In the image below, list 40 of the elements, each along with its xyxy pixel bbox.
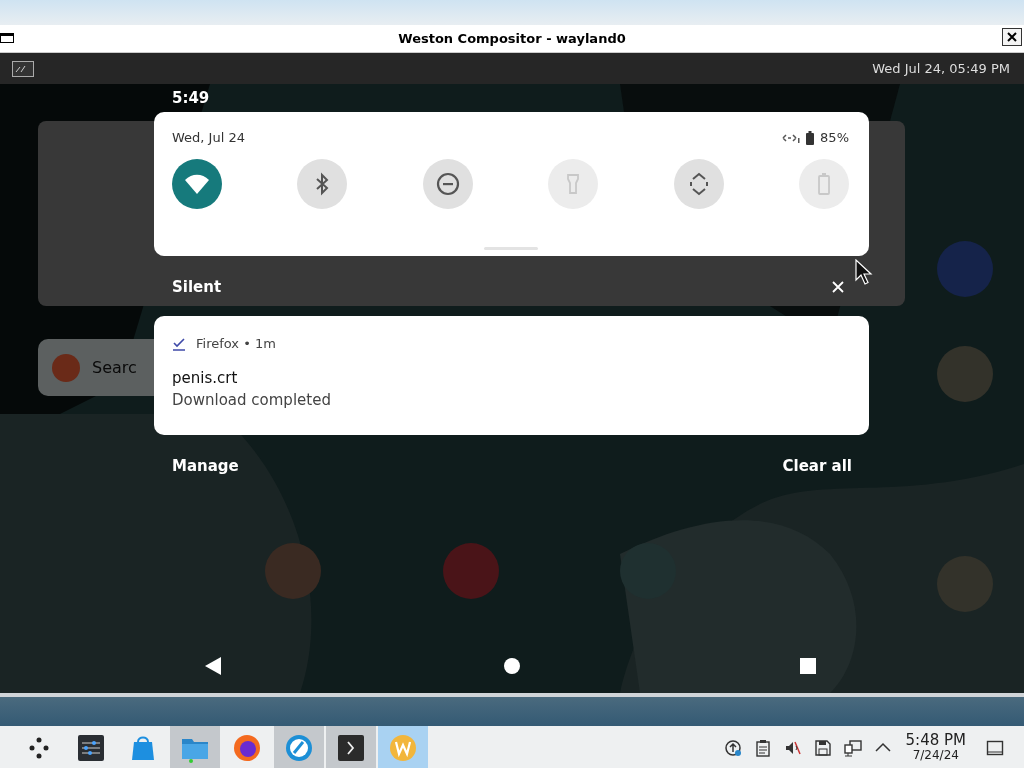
battery-icon <box>806 130 815 145</box>
bluetooth-tile[interactable] <box>297 159 348 209</box>
notification-card[interactable]: Firefox • 1m penis.crt Download completed <box>154 316 869 435</box>
network-icon[interactable] <box>843 738 862 757</box>
terminal-task-button[interactable] <box>326 726 376 768</box>
window-title: Weston Compositor - wayland0 <box>397 31 627 46</box>
firefox-app-icon <box>232 732 262 763</box>
search-placeholder: Searc <box>92 358 137 377</box>
status-time: 5:49 <box>172 89 210 107</box>
notification-text: Download completed <box>172 391 332 409</box>
close-icon[interactable] <box>832 281 844 293</box>
notification-title: penis.crt <box>172 369 239 387</box>
section-title: Silent <box>172 278 222 296</box>
back-icon[interactable] <box>204 656 222 676</box>
wapp-app-icon <box>388 732 418 763</box>
mouse-pointer-icon <box>855 259 873 285</box>
taskbar-time: 5:48 PM <box>905 733 966 750</box>
save-icon[interactable] <box>813 738 832 757</box>
battery-percent: 85% <box>820 130 849 145</box>
panel-clock: Wed Jul 24, 05:49 PM <box>872 61 1010 76</box>
data-saver-icon <box>782 131 801 144</box>
clipboard-icon[interactable] <box>753 738 772 757</box>
window-icon <box>0 33 14 43</box>
dnd-tile[interactable] <box>422 159 473 209</box>
manage-button[interactable]: Manage <box>164 455 247 477</box>
mixer-app-icon <box>76 732 106 763</box>
clear-all-button[interactable]: Clear all <box>774 455 860 477</box>
update-icon[interactable] <box>723 738 742 757</box>
terminal-icon[interactable] <box>12 60 34 77</box>
terminal-app-icon <box>336 732 366 763</box>
show-desktop-icon[interactable] <box>986 738 1004 757</box>
close-icon <box>1006 31 1018 43</box>
download-check-icon <box>172 336 186 351</box>
rotate-tile[interactable] <box>673 159 724 209</box>
bluecircle-app-icon <box>284 732 314 763</box>
close-button[interactable] <box>1002 28 1022 46</box>
notification-app: Firefox • 1m <box>196 336 276 351</box>
taskbar-date: 7/24/24 <box>912 749 959 762</box>
wifi-tile[interactable] <box>172 159 222 209</box>
date-text: Wed, Jul 24 <box>172 130 245 145</box>
